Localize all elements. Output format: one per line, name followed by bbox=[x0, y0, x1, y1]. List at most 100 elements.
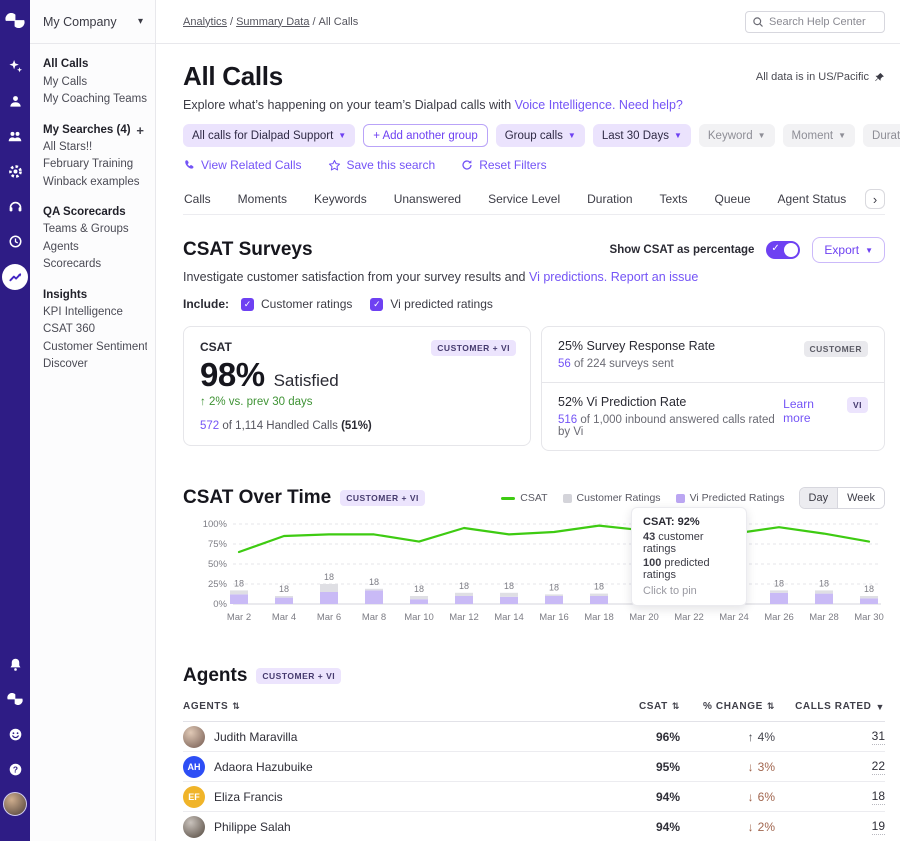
tab-texts[interactable]: Texts bbox=[659, 186, 689, 214]
filter-add-another-group[interactable]: + Add another group bbox=[363, 124, 488, 147]
search-input[interactable] bbox=[769, 16, 877, 28]
tab-unanswered[interactable]: Unanswered bbox=[393, 186, 462, 214]
bar-customer-ratings[interactable] bbox=[815, 590, 833, 593]
export-button[interactable]: Export▼ bbox=[812, 237, 885, 263]
bar-vi-predicted[interactable] bbox=[320, 592, 338, 604]
help-icon[interactable]: ? bbox=[3, 757, 27, 781]
calls-rated-value[interactable]: 31 bbox=[872, 729, 885, 745]
tab-agent-status[interactable]: Agent Status bbox=[777, 186, 848, 214]
sidebar-item-customer-sentiment[interactable]: Customer Sentiment bbox=[43, 339, 147, 357]
chart-canvas[interactable]: 0%25%50%75%100%18Mar 218Mar 418Mar 618Ma… bbox=[183, 517, 885, 637]
call-history-icon[interactable] bbox=[3, 229, 27, 253]
bar-vi-predicted[interactable] bbox=[455, 596, 473, 604]
sidebar-item-kpi-intelligence[interactable]: KPI Intelligence bbox=[43, 304, 147, 322]
bar-customer-ratings[interactable] bbox=[275, 596, 293, 598]
agent-name-cell[interactable]: EFEliza Francis bbox=[183, 786, 610, 808]
sidebar-item-scorecards[interactable]: Scorecards bbox=[43, 256, 147, 274]
need-help-link[interactable]: Need help? bbox=[619, 98, 683, 112]
bar-vi-predicted[interactable] bbox=[815, 594, 833, 604]
csat-line[interactable] bbox=[239, 526, 869, 552]
dialpad-logo[interactable] bbox=[3, 8, 27, 32]
ai-sparkles-icon[interactable] bbox=[3, 54, 27, 78]
reset-filters-link[interactable]: Reset Filters bbox=[461, 158, 546, 172]
tabs-overflow-button[interactable]: › bbox=[865, 189, 885, 209]
bar-customer-ratings[interactable] bbox=[590, 594, 608, 596]
bar-customer-ratings[interactable] bbox=[500, 593, 518, 597]
bar-customer-ratings[interactable] bbox=[410, 596, 428, 599]
breadcrumb-summary-data[interactable]: Summary Data bbox=[236, 16, 309, 28]
settings-gear-icon[interactable] bbox=[3, 159, 27, 183]
bar-vi-predicted[interactable] bbox=[500, 597, 518, 604]
calls-rated-value[interactable]: 22 bbox=[872, 759, 885, 775]
tab-calls[interactable]: Calls bbox=[183, 186, 212, 214]
surveys-sent-link[interactable]: 56 bbox=[558, 358, 571, 370]
vi-predicted-ratings-checkbox[interactable]: ✓ Vi predicted ratings bbox=[370, 297, 493, 311]
sidebar-item-winback-examples[interactable]: Winback examples bbox=[43, 174, 147, 192]
view-week-button[interactable]: Week bbox=[837, 488, 884, 508]
bar-customer-ratings[interactable] bbox=[770, 590, 788, 592]
user-avatar[interactable] bbox=[3, 792, 27, 816]
agent-name-cell[interactable]: Judith Maravilla bbox=[183, 726, 610, 748]
dialpad-chat-icon[interactable] bbox=[3, 687, 27, 711]
bar-customer-ratings[interactable] bbox=[545, 594, 563, 596]
sidebar-item-my-coaching-teams[interactable]: My Coaching Teams bbox=[43, 91, 147, 109]
tab-duration[interactable]: Duration bbox=[586, 186, 633, 214]
bar-customer-ratings[interactable] bbox=[320, 584, 338, 592]
agent-name-cell[interactable]: Philippe Salah bbox=[183, 816, 610, 838]
support-headset-icon[interactable] bbox=[3, 194, 27, 218]
bar-customer-ratings[interactable] bbox=[860, 596, 878, 598]
feedback-smiley-icon[interactable] bbox=[3, 722, 27, 746]
breadcrumb-analytics[interactable]: Analytics bbox=[183, 16, 227, 28]
customer-ratings-checkbox[interactable]: ✓ Customer ratings bbox=[241, 297, 352, 311]
agent-row[interactable]: Judith Maravilla96%↑4%31 bbox=[183, 722, 885, 752]
col-agents-sort[interactable]: AGENTS⇅ bbox=[183, 701, 610, 712]
bar-vi-predicted[interactable] bbox=[770, 593, 788, 604]
bar-customer-ratings[interactable] bbox=[230, 590, 248, 594]
bar-customer-ratings[interactable] bbox=[455, 593, 473, 596]
col-calls-rated-sort[interactable]: CALLS RATED▼ bbox=[775, 701, 885, 712]
vi-predictions-link[interactable]: Vi predictions. bbox=[529, 270, 607, 284]
sidebar-item-my-calls[interactable]: My Calls bbox=[43, 74, 147, 92]
sidebar-item-february-training[interactable]: February Training bbox=[43, 156, 147, 174]
agent-row[interactable]: EFEliza Francis94%↓6%18 bbox=[183, 782, 885, 812]
agent-row[interactable]: Philippe Salah94%↓2%19 bbox=[183, 812, 885, 841]
sidebar-item-all-stars[interactable]: All Stars!! bbox=[43, 139, 147, 157]
filter-last-30-days[interactable]: Last 30 Days▼ bbox=[593, 124, 691, 147]
save-this-search-link[interactable]: Save this search bbox=[328, 158, 436, 172]
calls-rated-value[interactable]: 18 bbox=[872, 789, 885, 805]
contacts-icon[interactable] bbox=[3, 89, 27, 113]
agent-row[interactable]: AHAdaora Hazubuike95%↓3%22 bbox=[183, 752, 885, 782]
filter-duration[interactable]: Duration▼ bbox=[863, 124, 900, 147]
filter-all-calls-for-dialpad-support[interactable]: All calls for Dialpad Support▼ bbox=[183, 124, 355, 147]
voice-intelligence-link[interactable]: Voice Intelligence. bbox=[515, 98, 616, 112]
view-day-button[interactable]: Day bbox=[800, 488, 838, 508]
tab-queue[interactable]: Queue bbox=[714, 186, 752, 214]
filter-group-calls[interactable]: Group calls▼ bbox=[496, 124, 585, 147]
view-related-calls-link[interactable]: View Related Calls bbox=[183, 158, 302, 172]
bar-vi-predicted[interactable] bbox=[590, 596, 608, 604]
bar-vi-predicted[interactable] bbox=[410, 599, 428, 604]
analytics-icon[interactable] bbox=[2, 264, 28, 290]
calls-rated-value[interactable]: 19 bbox=[872, 819, 885, 835]
bar-vi-predicted[interactable] bbox=[545, 596, 563, 604]
sidebar-item-teams-groups[interactable]: Teams & Groups bbox=[43, 221, 147, 239]
tab-service-level[interactable]: Service Level bbox=[487, 186, 561, 214]
learn-more-link[interactable]: Learn more bbox=[783, 397, 837, 425]
filter-moment[interactable]: Moment▼ bbox=[783, 124, 855, 147]
csat-over-time-chart[interactable]: 0%25%50%75%100%18Mar 218Mar 418Mar 618Ma… bbox=[183, 517, 885, 637]
agent-name-cell[interactable]: AHAdaora Hazubuike bbox=[183, 756, 610, 778]
sidebar-item-agents[interactable]: Agents bbox=[43, 239, 147, 257]
tab-keywords[interactable]: Keywords bbox=[313, 186, 368, 214]
bar-vi-predicted[interactable] bbox=[365, 590, 383, 604]
handled-calls-link[interactable]: 572 bbox=[200, 420, 219, 432]
sidebar-item-csat-360[interactable]: CSAT 360 bbox=[43, 321, 147, 339]
bar-vi-predicted[interactable] bbox=[860, 598, 878, 604]
coaching-icon[interactable] bbox=[3, 124, 27, 148]
add-search-button[interactable]: + bbox=[133, 122, 147, 139]
sidebar-item-discover[interactable]: Discover bbox=[43, 356, 147, 374]
bar-vi-predicted[interactable] bbox=[275, 598, 293, 604]
bar-vi-predicted[interactable] bbox=[230, 594, 248, 604]
filter-keyword[interactable]: Keyword▼ bbox=[699, 124, 775, 147]
show-csat-percentage-toggle[interactable]: ✓ bbox=[766, 241, 800, 259]
col-csat-sort[interactable]: CSAT⇅ bbox=[610, 701, 680, 712]
